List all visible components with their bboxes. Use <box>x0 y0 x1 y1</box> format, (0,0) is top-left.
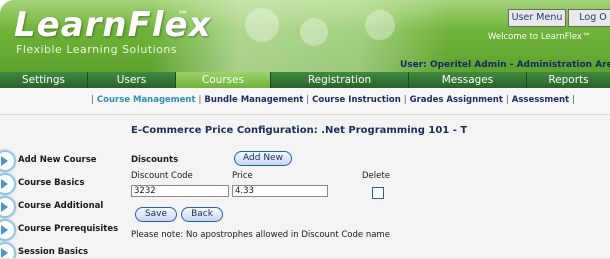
header-figure-3 <box>365 10 395 40</box>
back-button[interactable]: Back <box>181 207 223 222</box>
delete-checkbox[interactable] <box>372 187 384 199</box>
sidebar-item-course-additional[interactable]: Course Additional <box>0 196 125 220</box>
subnav-bundle-management[interactable]: Bundle Management <box>204 95 303 105</box>
arrow-right-icon <box>0 173 16 195</box>
sidebar: Add New Course Course Basics Course Addi… <box>0 140 125 259</box>
tab-registration[interactable]: Registration <box>271 72 409 88</box>
discounts-label: Discounts <box>131 155 179 165</box>
subnav-grades-assignment[interactable]: Grades Assignment <box>410 95 503 105</box>
tab-settings[interactable]: Settings <box>0 72 88 88</box>
tab-messages[interactable]: Messages <box>409 72 527 88</box>
welcome-text: Welcome to LearnFlex™ <box>488 32 591 42</box>
tab-reports[interactable]: Reports <box>527 72 610 88</box>
sidebar-item-label: Course Prerequisites <box>18 224 119 234</box>
arrow-right-icon <box>0 219 16 241</box>
arrow-right-icon <box>0 196 16 218</box>
sidebar-item-session-basics[interactable]: Session Basics <box>0 242 125 259</box>
sidebar-item-label: Session Basics <box>18 247 89 257</box>
sub-nav: | Course Management | Bundle Management | Cou… <box>0 88 610 115</box>
logout-button[interactable]: Log O <box>568 9 610 27</box>
discount-code-field[interactable] <box>131 185 229 197</box>
subnav-course-instruction[interactable]: Course Instruction <box>312 95 401 105</box>
arrow-right-icon <box>0 150 16 172</box>
column-header-price: Price <box>232 171 253 181</box>
sidebar-item-course-prerequisites[interactable]: Course Prerequisites <box>0 219 125 243</box>
tab-users[interactable]: Users <box>88 72 176 88</box>
header-figure-1 <box>245 8 279 42</box>
logo-trademark: ™ <box>178 10 188 21</box>
subnav-assessment[interactable]: Assessment <box>512 95 569 105</box>
sidebar-item-label: Course Additional <box>18 201 104 211</box>
add-new-button[interactable]: Add New <box>234 151 292 166</box>
save-button[interactable]: Save <box>135 207 177 222</box>
header-figure-2 <box>300 18 328 46</box>
sidebar-item-label: Add New Course <box>18 155 97 165</box>
arrow-right-icon <box>0 242 16 259</box>
sidebar-item-add-new-course[interactable]: Add New Course <box>0 150 125 174</box>
sidebar-item-label: Course Basics <box>18 178 85 188</box>
column-header-delete: Delete <box>362 171 390 181</box>
column-header-discount-code: Discount Code <box>131 171 193 181</box>
user-menu-button[interactable]: User Menu <box>508 9 566 27</box>
user-status-line: User: Operitel Admin - Administration Ar… <box>400 60 610 70</box>
apostrophe-note: Please note: No apostrophes allowed in D… <box>131 230 390 240</box>
page-title: E-Commerce Price Configuration: .Net Pro… <box>131 125 468 136</box>
header-banner: LearnFlex ™ Flexible Learning Solutions … <box>0 0 610 72</box>
tab-courses[interactable]: Courses <box>176 72 271 88</box>
sidebar-item-course-basics[interactable]: Course Basics <box>0 173 125 197</box>
subnav-course-management[interactable]: Course Management <box>97 95 196 105</box>
logo-tagline: Flexible Learning Solutions <box>16 43 178 56</box>
price-field[interactable] <box>232 185 328 197</box>
main-nav: Settings Users Courses Registration Mess… <box>0 72 610 88</box>
app-window: LearnFlex ™ Flexible Learning Solutions … <box>0 0 610 259</box>
